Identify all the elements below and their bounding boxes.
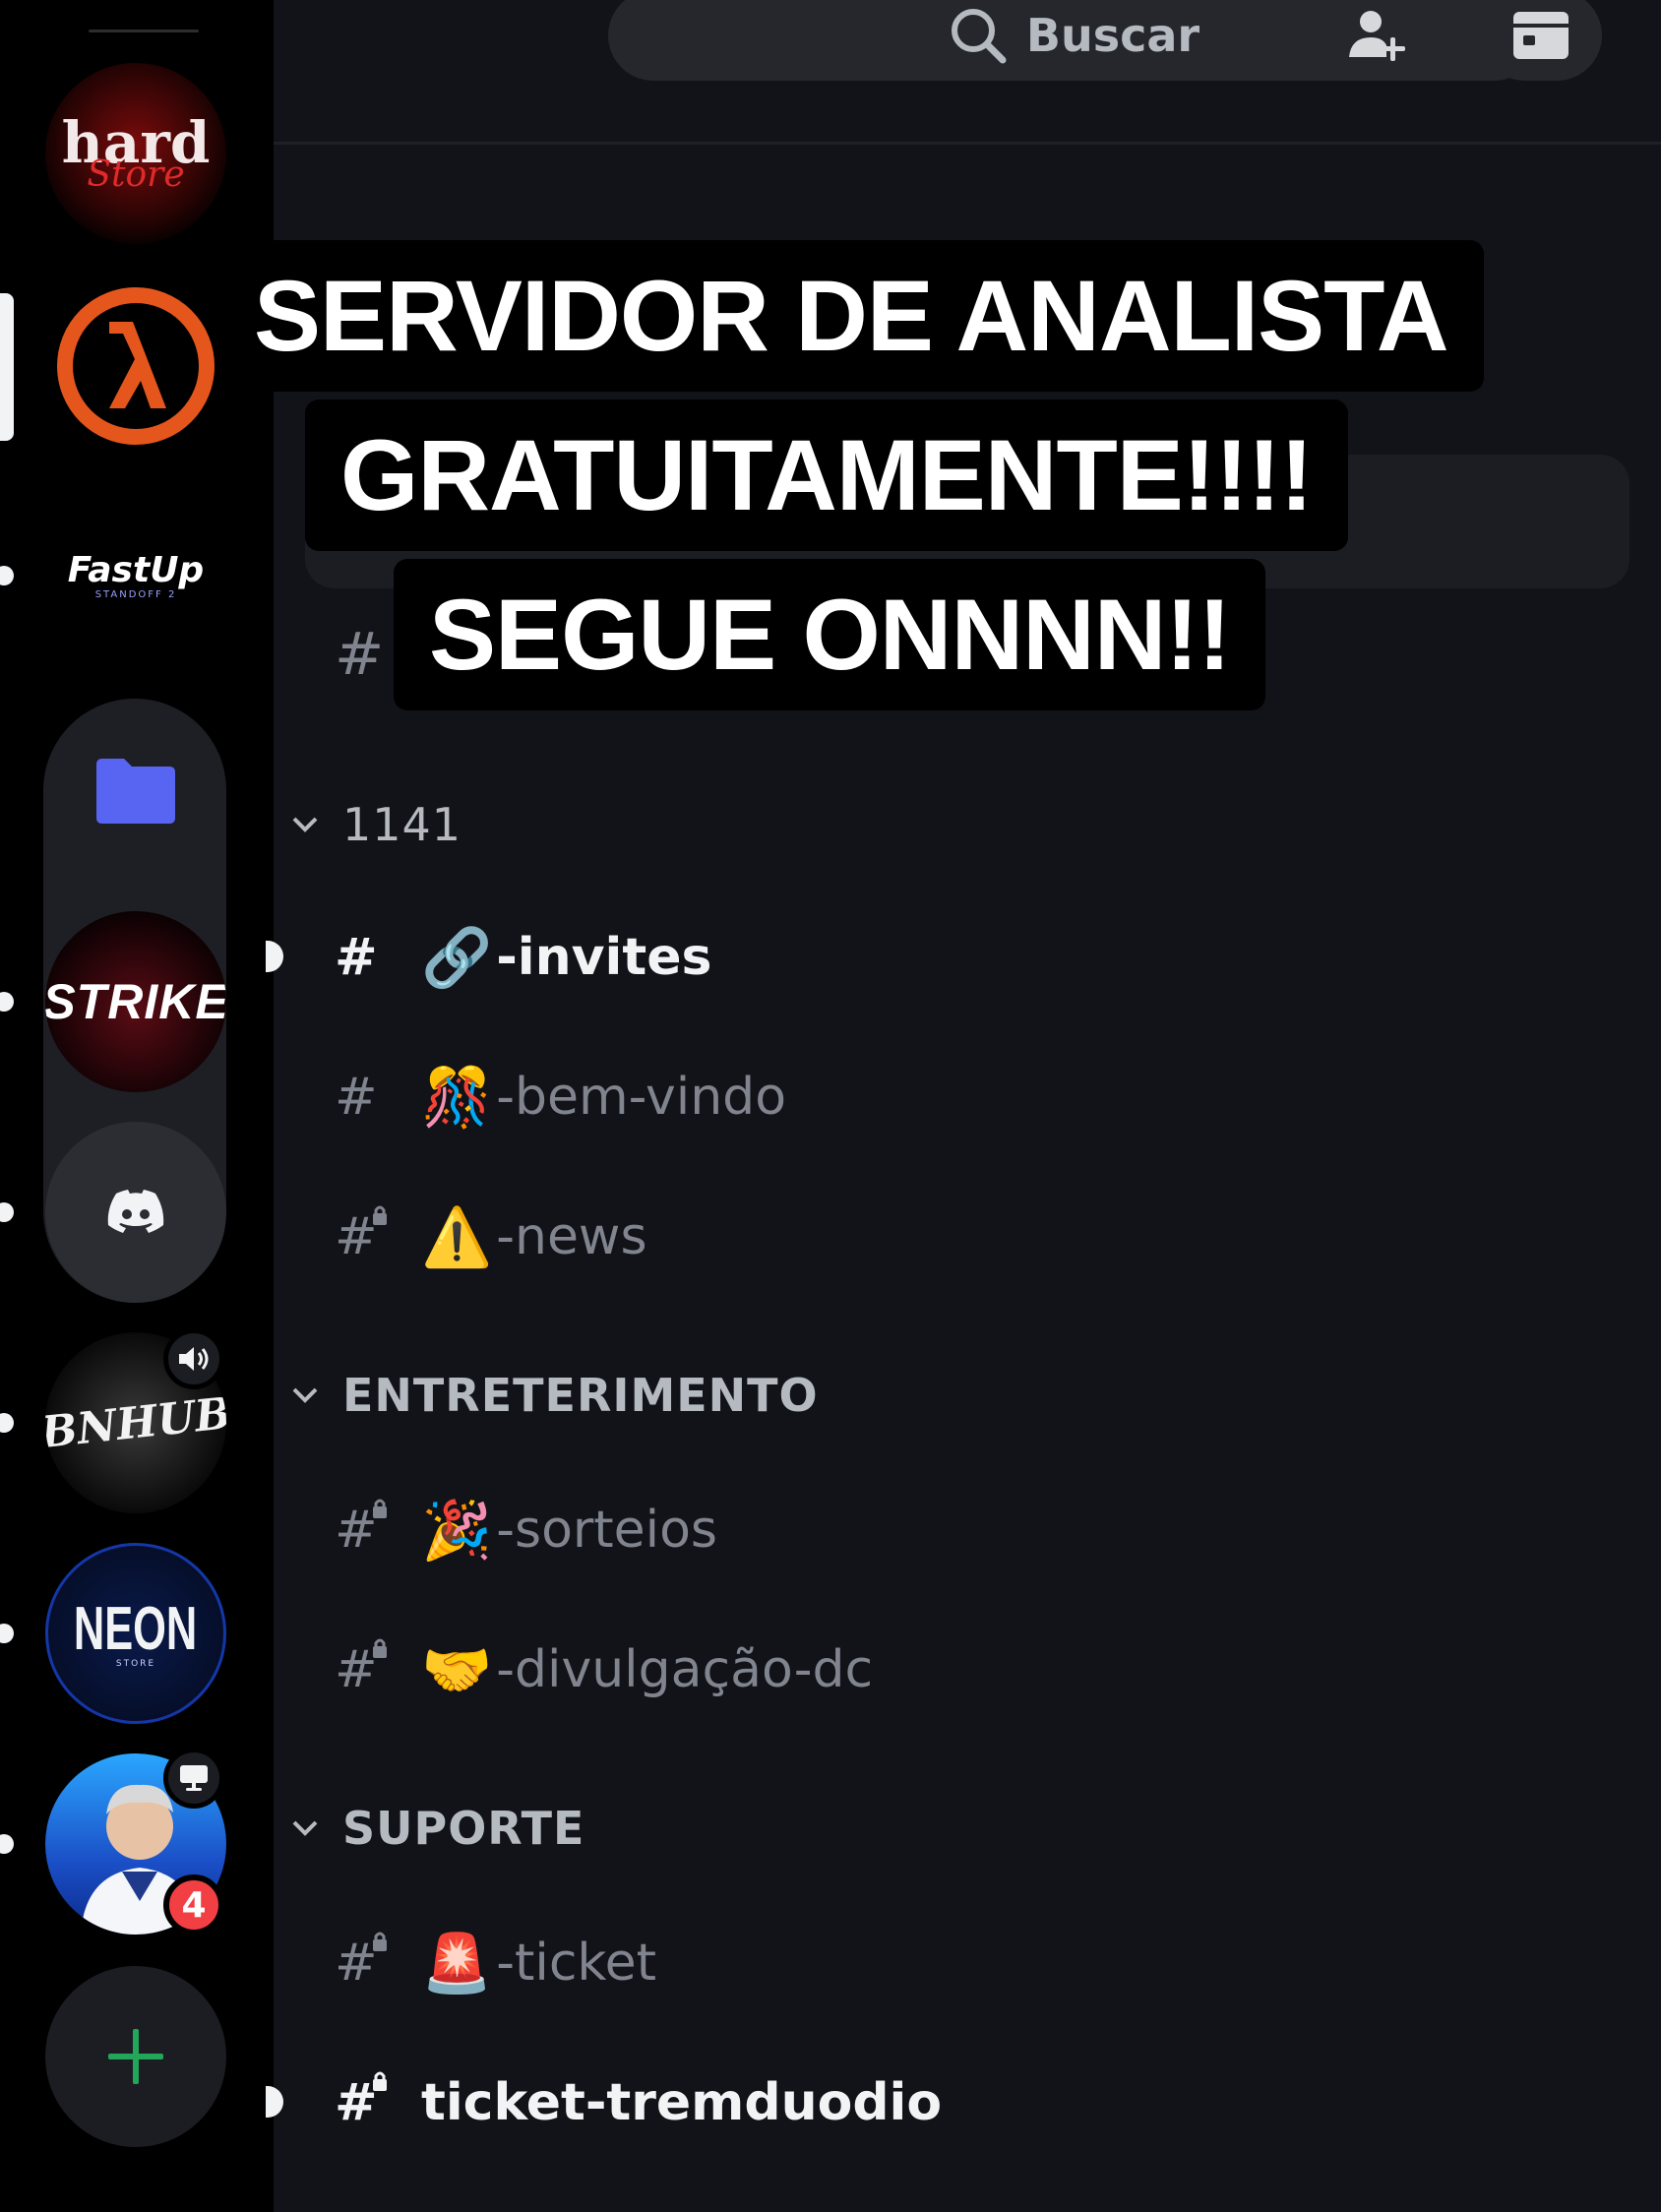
channel-name: ticket-tremduodio [421, 2073, 943, 2132]
channel-sorteios[interactable]: # 🎉 -sorteios [335, 1486, 717, 1574]
category-label: SUPORTE [342, 1802, 585, 1855]
plus-icon [108, 2029, 163, 2084]
channel-name: -ticket [496, 1934, 657, 1993]
channel-ticket[interactable]: # 🚨 -ticket [335, 1919, 656, 2007]
category-suporte[interactable]: SUPORTE [291, 1799, 584, 1858]
category-label: 1141 [342, 798, 462, 851]
channel-divulgacao-dc[interactable]: # 🤝 -divulgação-dc [335, 1626, 873, 1714]
server-icon-half-life[interactable] [45, 276, 226, 457]
unread-indicator [0, 1202, 14, 1222]
invite-members-button[interactable] [1315, 0, 1437, 81]
channel-bem-vindo[interactable]: # 🎊 -bem-vindo [335, 1053, 786, 1141]
caption-line-1: SERVIDOR DE ANALISTA [218, 240, 1484, 392]
channel-name: -sorteios [496, 1501, 718, 1560]
channel-invites[interactable]: # 🔗 -invites [335, 913, 711, 1002]
caption-line-2: GRATUITAMENTE!!!! [305, 399, 1348, 551]
server-logo-fastup: FastUp STANDOFF 2 [68, 553, 204, 600]
channel-ticket-tremduodio[interactable]: # ticket-tremduodio [335, 2058, 942, 2147]
active-server-indicator [0, 293, 14, 441]
channel-emoji: 🚨 [421, 1929, 493, 1997]
hash-icon: # [335, 1068, 378, 1127]
server-icon-hard-store[interactable]: hard Store [45, 63, 226, 244]
unread-indicator [0, 1624, 14, 1643]
channel-name: -divulgação-dc [496, 1640, 874, 1699]
speaker-icon [179, 1347, 209, 1371]
server-icon-discord[interactable] [45, 1122, 226, 1303]
folder-icon[interactable] [45, 701, 226, 882]
locked-hash-icon: # [335, 1202, 421, 1271]
unread-indicator [0, 566, 14, 585]
category-1141[interactable]: 1141 [291, 795, 461, 854]
server-icon-strike[interactable]: STRIKE [45, 911, 226, 1092]
unread-indicator [0, 1834, 14, 1854]
chevron-down-icon [291, 1386, 325, 1404]
add-user-icon [1349, 11, 1405, 61]
caption-line-3: SEGUE ONNNN!! [394, 559, 1266, 710]
channel-name: -news [496, 1207, 647, 1266]
channel-emoji: 🔗 [421, 923, 493, 991]
hash-icon: # [335, 928, 378, 987]
server-icon-neon[interactable]: NEON STORE [45, 1543, 226, 1724]
folder-shape-icon [96, 759, 175, 824]
unread-indicator [0, 992, 14, 1012]
server-logo-text: STRIKE [45, 974, 226, 1029]
channel-header: Buscar [274, 0, 1661, 146]
channel-emoji: 🤝 [421, 1635, 493, 1703]
server-logo-text: BNHUB [45, 1387, 226, 1458]
mention-badge: 4 [163, 1874, 224, 1936]
channel-emoji: 🎊 [421, 1063, 493, 1131]
channel-name: -invites [496, 928, 712, 987]
rail-divider [89, 30, 199, 32]
channel-emoji: 🎉 [421, 1496, 493, 1564]
search-placeholder: Buscar [1025, 9, 1200, 62]
monitor-icon [180, 1765, 208, 1791]
server-icon-fastup[interactable]: FastUp STANDOFF 2 [45, 486, 226, 667]
locked-hash-icon: # [335, 1496, 421, 1565]
category-label: ENTRETERIMENTO [342, 1369, 819, 1422]
lambda-logo-icon [57, 287, 215, 445]
server-logo-text: NEON [74, 1594, 198, 1663]
hash-icon: # [335, 620, 385, 689]
locked-hash-icon: # [335, 1929, 421, 1997]
discord-icon [107, 1190, 164, 1233]
server-logo-hard-store: hard Store [62, 114, 211, 193]
locked-hash-icon: # [335, 2068, 421, 2137]
unread-indicator [0, 1413, 14, 1433]
calendar-icon [1513, 12, 1569, 59]
chevron-down-icon [291, 816, 325, 833]
locked-hash-icon: # [335, 1635, 421, 1704]
events-button[interactable] [1480, 0, 1602, 81]
category-entreterimento[interactable]: ENTRETERIMENTO [291, 1366, 819, 1425]
search-icon [951, 9, 1007, 64]
server-logo-neon: NEON STORE [47, 1594, 223, 1669]
screen-share-badge [163, 1748, 224, 1809]
channel-name: -bem-vindo [496, 1068, 787, 1127]
server-logo-text: FastUp [67, 550, 205, 590]
unread-indicator [266, 2086, 283, 2118]
channel-news[interactable]: # ⚠️ -news [335, 1193, 647, 1281]
chevron-down-icon [291, 1819, 325, 1837]
channel-emoji: ⚠️ [421, 1202, 493, 1270]
server-logo-subtext: STANDOFF 2 [94, 589, 177, 600]
unread-indicator [266, 941, 283, 972]
voice-active-badge [163, 1328, 224, 1389]
header-divider [274, 142, 1661, 145]
add-server-button[interactable] [45, 1966, 226, 2147]
